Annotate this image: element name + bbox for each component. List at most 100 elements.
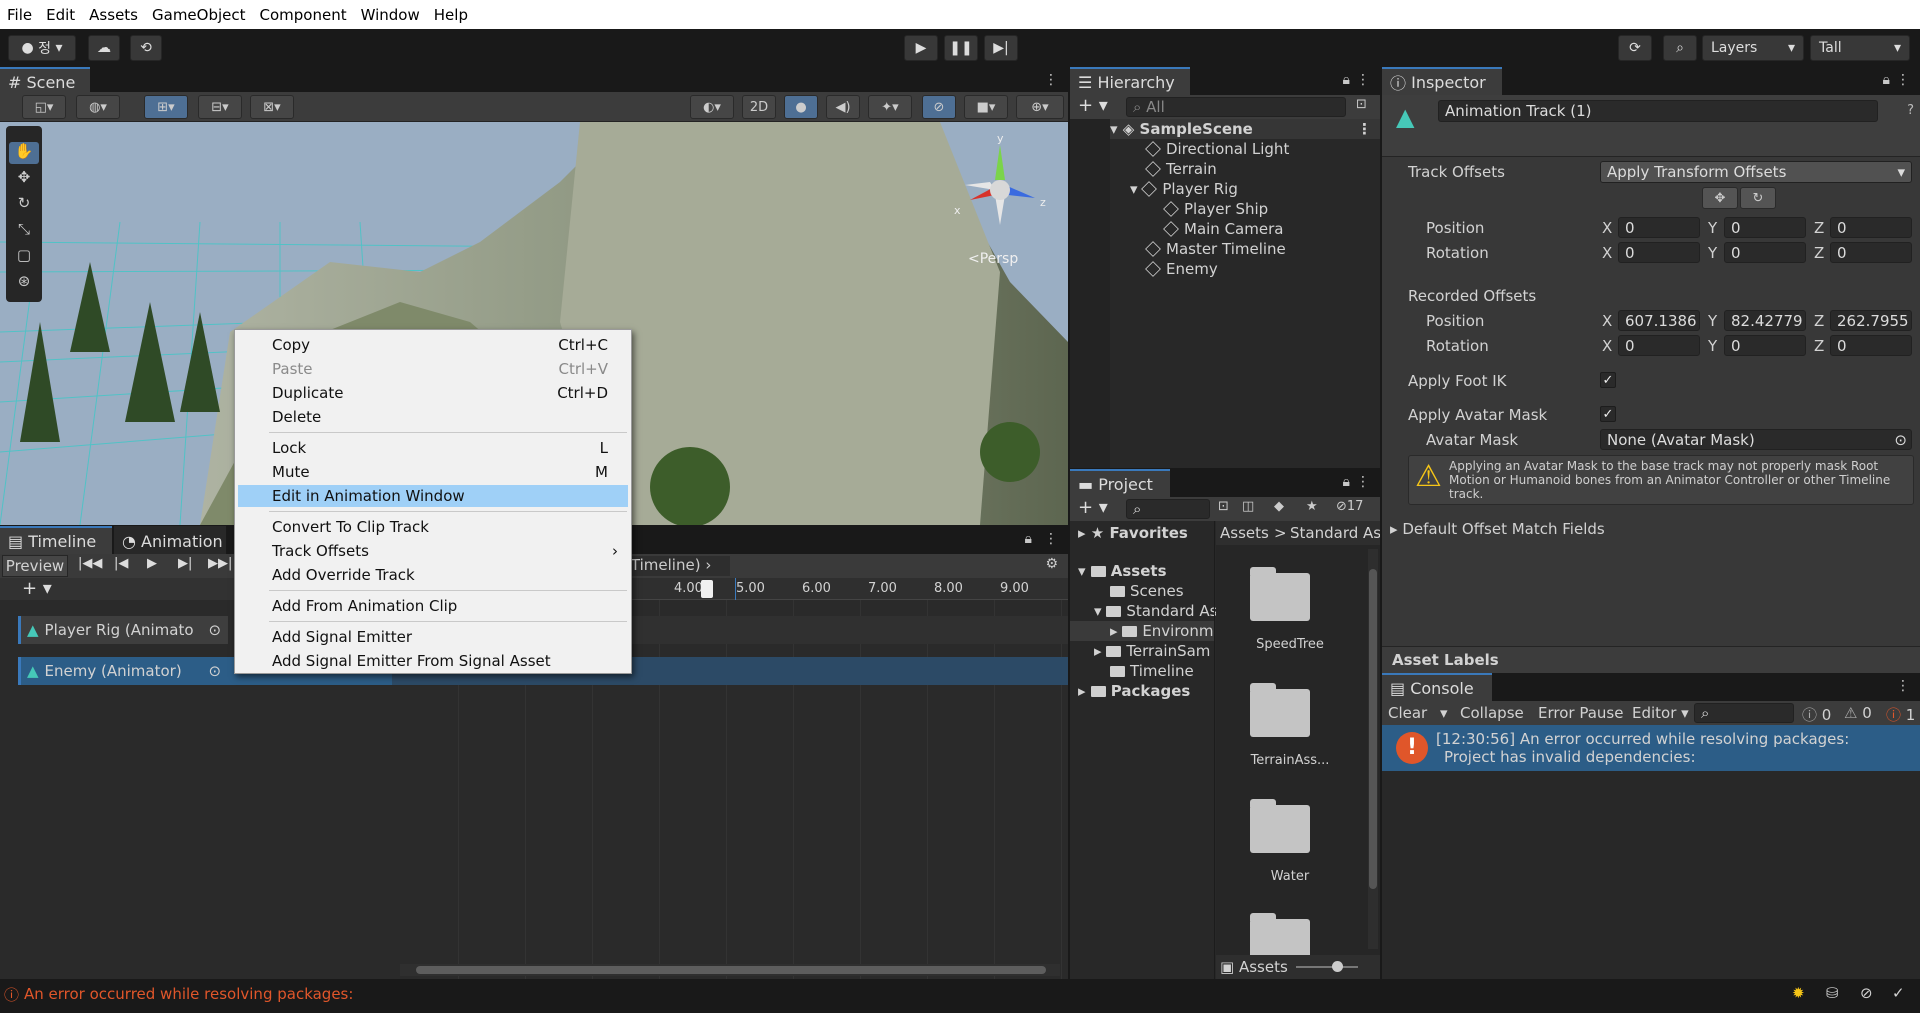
recorded-position-z[interactable]: 262.7955 [1830,310,1912,331]
tab-project[interactable]: ▬ Project [1070,469,1170,497]
more-icon[interactable]: ⋮ [1356,72,1370,88]
console-entry[interactable]: ! [12:30:56] An error occurred while res… [1382,725,1920,771]
play-button[interactable]: ▶ [904,35,938,61]
apply-foot-ik-checkbox[interactable]: ✓ [1600,372,1616,388]
tree-item-favorites[interactable]: ▸ ★ Favorites [1078,523,1188,543]
timeline-breadcrumb[interactable]: r Timeline) › [620,556,730,576]
recorded-rotation-x[interactable]: 0 [1618,335,1700,356]
orientation-gizmo[interactable]: y x z <Persp [950,130,1060,280]
scene-root[interactable]: ▾ ◈ SampleScene ⋮ [1110,119,1380,139]
rect-tool[interactable]: ▢ [9,246,39,268]
target-icon[interactable]: ⊙ [209,621,222,639]
menu-item-add-signal-emitter-from-asset[interactable]: Add Signal Emitter From Signal Asset [238,650,628,672]
draw-mode-button[interactable]: ◱▾ [22,95,66,119]
checkmark-icon[interactable]: ✓ [1892,984,1905,1002]
apply-avatar-mask-checkbox[interactable]: ✓ [1600,406,1616,422]
scene-search-icon[interactable]: ⊡ [1356,97,1367,112]
track-player-rig[interactable]: ▲ Player Rig (Animato ⊙ [18,616,228,644]
tab-scene[interactable]: # Scene [0,67,90,95]
breadcrumb-assets[interactable]: Assets [1220,524,1269,542]
zoom-slider-thumb[interactable] [1332,961,1343,972]
gizmos-button[interactable]: ⊕▾ [1016,95,1064,119]
folder-icon[interactable] [1250,683,1310,737]
prev-frame-icon[interactable]: |◀ [114,556,128,571]
lighting-button[interactable]: ● [784,95,818,119]
step-button[interactable]: ▶| [984,35,1018,61]
tab-console[interactable]: ▤ Console [1382,673,1492,701]
shading-button[interactable]: ◐▾ [690,95,734,119]
menu-edit[interactable]: Edit [39,6,82,24]
pause-button[interactable]: ❚❚ [944,35,978,61]
audio-button[interactable]: ◀) [826,95,860,119]
tree-item-terrain-sample[interactable]: ▸ TerrainSam [1094,641,1210,661]
folder-icon[interactable] [1250,799,1310,853]
create-button[interactable]: + ▾ [1078,95,1108,116]
ruler-button[interactable]: ⊠▾ [250,95,294,119]
avatar-mask-field[interactable]: None (Avatar Mask) ⊙ [1600,429,1912,450]
tree-item-packages[interactable]: ▸ Packages [1078,681,1190,701]
recorded-position-y[interactable]: 82.42779 [1724,310,1806,331]
hierarchy-search-input[interactable]: ⌕ All [1126,97,1346,117]
menu-help[interactable]: Help [427,6,475,24]
warning-count-button[interactable]: ⚠ 0 [1844,704,1872,722]
rotate-tool[interactable]: ↻ [9,194,39,216]
list-item[interactable]: ▾ Player Rig [1130,179,1238,199]
list-item[interactable]: Directional Light [1145,139,1289,159]
debug-icon[interactable]: ⊘ [1860,984,1873,1002]
scale-tool[interactable]: ⤡ [9,220,39,242]
menu-item-add-override-track[interactable]: Add Override Track [238,564,628,586]
console-clear-button[interactable]: Clear [1388,704,1427,722]
hand-tool[interactable]: ✋ [9,142,39,164]
recorded-rotation-z[interactable]: 0 [1830,335,1912,356]
lock-icon[interactable]: 🔒︎ [1025,531,1032,547]
camera-button[interactable]: ■▾ [964,95,1008,119]
object-picker-icon[interactable]: ⊙ [1894,431,1907,449]
globe-button[interactable]: ◍▾ [76,95,120,119]
scrollbar-thumb[interactable] [416,966,1046,974]
add-track-button[interactable]: + ▾ [22,578,52,599]
collab-button[interactable]: ⟲ [130,35,162,61]
menu-item-add-signal-emitter[interactable]: Add Signal Emitter [238,626,628,648]
asset-labels-bar[interactable]: Asset Labels [1382,646,1920,673]
tab-inspector[interactable]: ⓘ Inspector [1382,67,1502,95]
menu-assets[interactable]: Assets [82,6,145,24]
effects-button[interactable]: ✦▾ [868,95,912,119]
console-search-input[interactable]: ⌕ [1694,703,1794,723]
target-icon[interactable]: ⊙ [209,662,222,680]
playhead-handle[interactable] [701,580,713,598]
menu-item-track-offsets[interactable]: Track Offsets › [238,540,628,562]
info-count-button[interactable]: ⓘ 0 [1802,704,1831,725]
project-search-input[interactable]: ⌕ [1126,499,1210,519]
goto-start-icon[interactable]: |◀◀ [78,556,102,571]
filter-label-icon[interactable]: ◆ [1274,499,1284,514]
status-error-text[interactable]: An error occurred while resolving packag… [24,985,353,1003]
scrollbar-thumb[interactable] [1369,569,1377,889]
vertical-scrollbar[interactable] [1368,549,1378,949]
transform-tool[interactable]: ⊛ [9,272,39,294]
error-count-button[interactable]: ⓘ 1 [1886,704,1915,725]
offset-position-y[interactable]: 0 [1724,217,1806,238]
menu-file[interactable]: File [0,6,39,24]
offset-position-x[interactable]: 0 [1618,217,1700,238]
persp-label[interactable]: <Persp [968,251,1018,267]
preview-button[interactable]: Preview [2,555,68,577]
horizontal-scrollbar[interactable] [400,964,1060,976]
offset-rotation-y[interactable]: 0 [1724,242,1806,263]
goto-end-icon[interactable]: ▶▶| [208,556,232,571]
offset-rotation-z[interactable]: 0 [1830,242,1912,263]
more-icon[interactable]: ⋮ [1896,72,1910,88]
offset-position-z[interactable]: 0 [1830,217,1912,238]
list-item[interactable]: Main Camera [1163,219,1283,239]
list-item[interactable]: Player Ship [1163,199,1268,219]
layers-dropdown[interactable]: Layers ▾ [1702,35,1804,61]
more-icon[interactable]: ⋮ [1044,531,1058,547]
offset-rotation-x[interactable]: 0 [1618,242,1700,263]
filter-type-icon[interactable]: ◫ [1242,499,1254,514]
lock-icon[interactable]: 🔒︎ [1883,72,1890,88]
tree-item-environment[interactable]: ▸ Environm [1070,621,1214,641]
next-frame-icon[interactable]: ▶| [178,556,192,571]
search-scope-icon[interactable]: ⊡ [1218,499,1229,514]
list-item[interactable]: Enemy [1145,259,1218,279]
mode-2d-button[interactable]: 2D [742,95,776,119]
move-tool[interactable]: ✥ [9,168,39,190]
